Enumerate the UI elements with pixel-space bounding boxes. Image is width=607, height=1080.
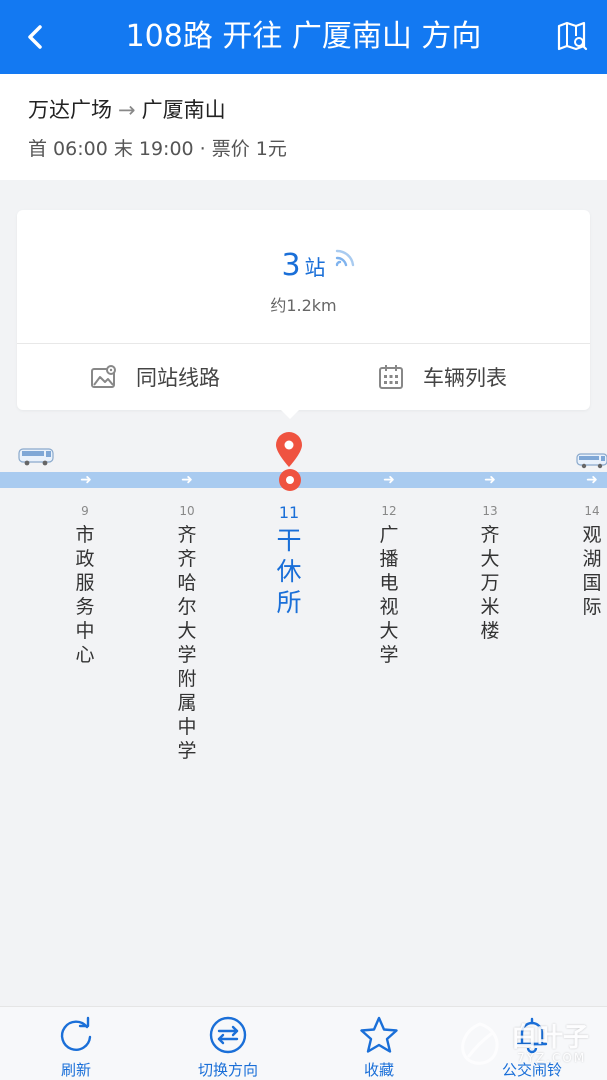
route-arrow: → [118, 98, 136, 122]
refresh-button[interactable]: 刷新 [21, 1007, 131, 1080]
card-pointer [280, 409, 300, 419]
switch-direction-button[interactable]: 切换方向 [173, 1007, 283, 1080]
refresh-label: 刷新 [60, 1061, 91, 1079]
leaf-logo-icon [461, 1022, 499, 1065]
route-origin: 万达广场 [28, 98, 112, 122]
bus-icon[interactable] [576, 452, 607, 470]
direction-arrow-icon: ➜ [383, 472, 395, 488]
stop-index: 9 [81, 504, 89, 518]
stops-away-unit: 站 [304, 256, 326, 280]
map-photo-icon [91, 365, 116, 388]
stops-away-number: 3 [281, 248, 301, 283]
stop-name: 观湖国际 [582, 524, 602, 618]
map-icon [557, 21, 588, 51]
realtime-signal-icon [335, 249, 355, 267]
switch-direction-label: 切换方向 [197, 1061, 258, 1079]
page-title: 108路 开往 广厦南山 方向 [125, 19, 482, 54]
stop-item[interactable]: 13 齐大万米楼 [470, 503, 510, 643]
favorite-button[interactable]: 收藏 [324, 1007, 434, 1080]
header-bar: 108路 开往 广厦南山 方向 [0, 0, 607, 74]
watermark-subtext: 7YZ.COM [517, 1051, 587, 1065]
refresh-icon [60, 1016, 92, 1051]
card-actions: 同站线路 车辆列表 [17, 344, 590, 410]
favorite-label: 收藏 [363, 1061, 394, 1079]
direction-arrow-icon: ➜ [80, 472, 92, 488]
stop-name: 齐齐哈尔大学附属中学 [177, 524, 197, 762]
stop-item[interactable]: 12 广播电视大学 [369, 503, 409, 667]
watermark: 白叶子 7YZ.COM [455, 1015, 595, 1075]
map-button[interactable] [555, 20, 589, 54]
direction-arrow-icon: ➜ [181, 472, 193, 488]
distance-text: 约1.2km [270, 296, 337, 315]
route-info-panel: 万达广场 → 广厦南山 首 06:00 末 19:00 · 票价 1元 [0, 74, 607, 180]
stop-index: 13 [482, 504, 498, 518]
watermark-text: 白叶子 [511, 1023, 590, 1053]
stop-index: 14 [584, 504, 600, 518]
vehicle-list-label: 车辆列表 [423, 366, 507, 390]
vehicle-list-button[interactable]: 车辆列表 [377, 344, 507, 410]
back-button[interactable] [20, 20, 52, 54]
stop-item[interactable]: 10 齐齐哈尔大学附属中学 [167, 503, 207, 763]
route-endpoints: 万达广场 → 广厦南山 [28, 94, 226, 124]
stop-name: 齐大万米楼 [480, 524, 500, 642]
direction-arrow-icon: ➜ [484, 472, 496, 488]
current-stop-marker [279, 469, 301, 491]
switch-direction-icon [209, 1016, 247, 1054]
stop-name: 市政服务中心 [75, 524, 95, 666]
stop-item[interactable]: 14 观湖国际 [572, 503, 607, 619]
stop-name: 干休所 [276, 526, 302, 617]
same-stop-lines-label: 同站线路 [136, 366, 220, 390]
route-schedule: 首 06:00 末 19:00 · 票价 1元 [28, 138, 287, 160]
stop-name: 广播电视大学 [379, 524, 399, 666]
arrival-card: 3站 约1.2km 同站线路 车辆列表 [17, 210, 590, 410]
same-stop-lines-button[interactable]: 同站线路 [90, 344, 220, 410]
stop-index: 12 [381, 504, 397, 518]
location-pin-icon [276, 432, 302, 467]
stop-index: 10 [179, 504, 195, 518]
arrival-summary: 3站 约1.2km [17, 210, 590, 344]
stops-away: 3站 [17, 248, 590, 283]
stop-index: 11 [278, 503, 300, 522]
bus-icon[interactable] [18, 448, 54, 466]
chevron-left-icon [28, 25, 42, 49]
calendar-icon [379, 365, 403, 389]
star-icon [360, 1016, 398, 1053]
stop-item[interactable]: 9 市政服务中心 [65, 503, 105, 667]
stop-item-current[interactable]: 11 干休所 [269, 503, 309, 618]
direction-arrow-icon: ➜ [586, 472, 598, 488]
route-destination: 广厦南山 [141, 98, 226, 122]
